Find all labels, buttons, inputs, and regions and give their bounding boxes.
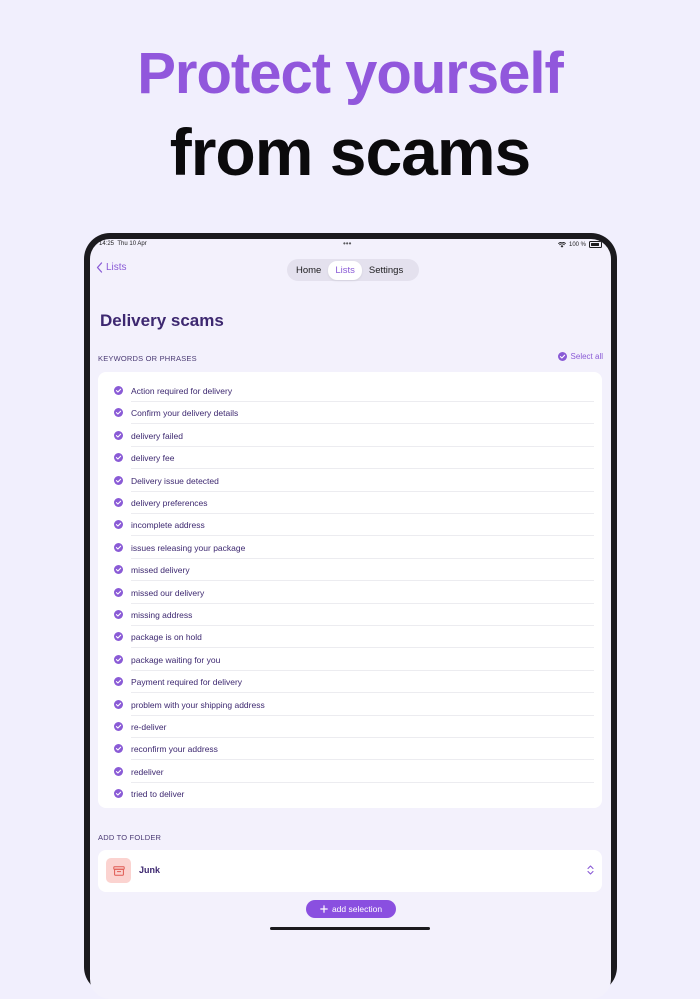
folder-section-label: ADD TO FOLDER bbox=[98, 833, 162, 842]
checkmark-circle-icon bbox=[114, 453, 123, 463]
list-item[interactable]: incomplete address bbox=[98, 514, 602, 537]
keyword-label: redeliver bbox=[131, 766, 164, 777]
back-label: Lists bbox=[106, 262, 127, 273]
keyword-label: Payment required for delivery bbox=[131, 677, 243, 688]
checkmark-circle-icon bbox=[114, 789, 123, 799]
checkmark-circle-icon bbox=[114, 654, 123, 664]
multitasking-dots-icon[interactable]: ••• bbox=[343, 239, 351, 248]
app-screen: 14:25 Thu 10 Apr ••• 100 % Lists Home Li… bbox=[90, 239, 611, 999]
checkmark-circle-icon bbox=[557, 352, 567, 361]
checkmark-circle-icon bbox=[114, 430, 123, 440]
keyword-label: re-deliver bbox=[131, 722, 167, 732]
list-item[interactable]: delivery failed bbox=[98, 425, 602, 447]
list-item[interactable]: Payment required for delivery bbox=[98, 671, 602, 694]
keyword-label: delivery failed bbox=[131, 430, 183, 441]
back-button[interactable]: Lists bbox=[96, 262, 127, 273]
keyword-label: Confirm your delivery details bbox=[131, 408, 239, 419]
list-item[interactable]: package waiting for you bbox=[98, 649, 602, 671]
keyword-label: reconfirm your address bbox=[131, 744, 218, 755]
keyword-label: incomplete address bbox=[131, 520, 205, 531]
folder-picker[interactable]: Junk bbox=[98, 850, 602, 892]
headline-line-2: from scams bbox=[169, 115, 532, 189]
tab-settings[interactable]: Settings bbox=[362, 261, 410, 280]
status-right: 100 % bbox=[557, 241, 602, 248]
keyword-label: package is on hold bbox=[131, 632, 202, 643]
checkmark-circle-icon bbox=[114, 766, 123, 776]
list-item[interactable]: redeliver bbox=[98, 761, 602, 783]
keyword-label: delivery fee bbox=[131, 453, 175, 464]
list-item[interactable]: tried to deliver bbox=[98, 783, 602, 805]
battery-percent: 100 % bbox=[568, 241, 586, 248]
list-item[interactable]: delivery fee bbox=[98, 447, 602, 470]
tab-lists[interactable]: Lists bbox=[328, 260, 362, 280]
checkmark-circle-icon bbox=[114, 520, 123, 530]
status-bar: 14:25 Thu 10 Apr ••• 100 % bbox=[90, 239, 611, 253]
wifi-icon bbox=[557, 241, 566, 248]
home-indicator[interactable] bbox=[270, 927, 430, 930]
list-item[interactable]: Confirm your delivery details bbox=[98, 402, 602, 425]
keyword-label: Delivery issue detected bbox=[131, 475, 219, 486]
select-all-label: Select all bbox=[570, 352, 603, 361]
list-item[interactable]: missed our delivery bbox=[98, 582, 602, 604]
checkmark-circle-icon bbox=[114, 408, 123, 418]
list-item[interactable]: Delivery issue detected bbox=[98, 470, 602, 492]
chevron-left-icon bbox=[96, 262, 103, 273]
checkmark-circle-icon bbox=[114, 699, 123, 709]
segmented-control: Home Lists Settings bbox=[287, 259, 419, 281]
tab-home[interactable]: Home bbox=[289, 261, 328, 280]
checkmark-circle-icon bbox=[114, 677, 123, 687]
checkmark-circle-icon bbox=[114, 565, 123, 575]
list-item[interactable]: package is on hold bbox=[98, 626, 602, 649]
select-all-button[interactable]: Select all bbox=[557, 352, 603, 361]
list-item[interactable]: reconfirm your address bbox=[98, 738, 602, 761]
keyword-list: Action required for delivery Confirm your… bbox=[98, 372, 602, 808]
list-item[interactable]: missed delivery bbox=[98, 559, 602, 582]
add-selection-label: add selection bbox=[331, 904, 383, 914]
checkmark-circle-icon bbox=[114, 475, 123, 485]
tablet-frame: 14:25 Thu 10 Apr ••• 100 % Lists Home Li… bbox=[84, 233, 617, 999]
list-item[interactable]: issues releasing your package bbox=[98, 537, 602, 559]
status-time: 14:25 Thu 10 Apr bbox=[99, 241, 147, 247]
keyword-label: problem with your shipping address bbox=[131, 699, 265, 710]
checkmark-circle-icon bbox=[114, 587, 123, 597]
tray-icon bbox=[106, 858, 131, 883]
folder-name: Junk bbox=[139, 865, 161, 875]
keywords-section-label: KEYWORDS OR PHRASES bbox=[98, 354, 197, 363]
keyword-label: package waiting for you bbox=[131, 654, 221, 665]
add-selection-button[interactable]: add selection bbox=[306, 900, 396, 918]
chevron-up-down-icon bbox=[587, 865, 594, 875]
checkmark-circle-icon bbox=[114, 542, 123, 552]
battery-icon bbox=[589, 241, 602, 248]
keyword-label: issues releasing your package bbox=[131, 542, 246, 553]
list-item[interactable]: Action required for delivery bbox=[98, 380, 602, 402]
list-item[interactable]: problem with your shipping address bbox=[98, 694, 602, 716]
keyword-label: missed delivery bbox=[131, 565, 190, 576]
keyword-label: Action required for delivery bbox=[131, 386, 233, 396]
keyword-label: tried to deliver bbox=[131, 789, 185, 800]
checkmark-circle-icon bbox=[114, 386, 123, 395]
list-item[interactable]: delivery preferences bbox=[98, 492, 602, 514]
keyword-label: delivery preferences bbox=[131, 498, 208, 508]
checkmark-circle-icon bbox=[114, 498, 123, 507]
checkmark-circle-icon bbox=[114, 632, 123, 642]
checkmark-circle-icon bbox=[114, 722, 123, 731]
keyword-label: missed our delivery bbox=[131, 587, 205, 598]
headline-line-1: Protect yourself bbox=[137, 41, 564, 106]
checkmark-circle-icon bbox=[114, 610, 123, 619]
plus-icon bbox=[320, 905, 328, 913]
checkmark-circle-icon bbox=[114, 744, 123, 754]
list-item[interactable]: re-deliver bbox=[98, 716, 602, 738]
list-item[interactable]: missing address bbox=[98, 604, 602, 626]
page-title: Delivery scams bbox=[100, 311, 224, 330]
keyword-label: missing address bbox=[131, 610, 193, 620]
